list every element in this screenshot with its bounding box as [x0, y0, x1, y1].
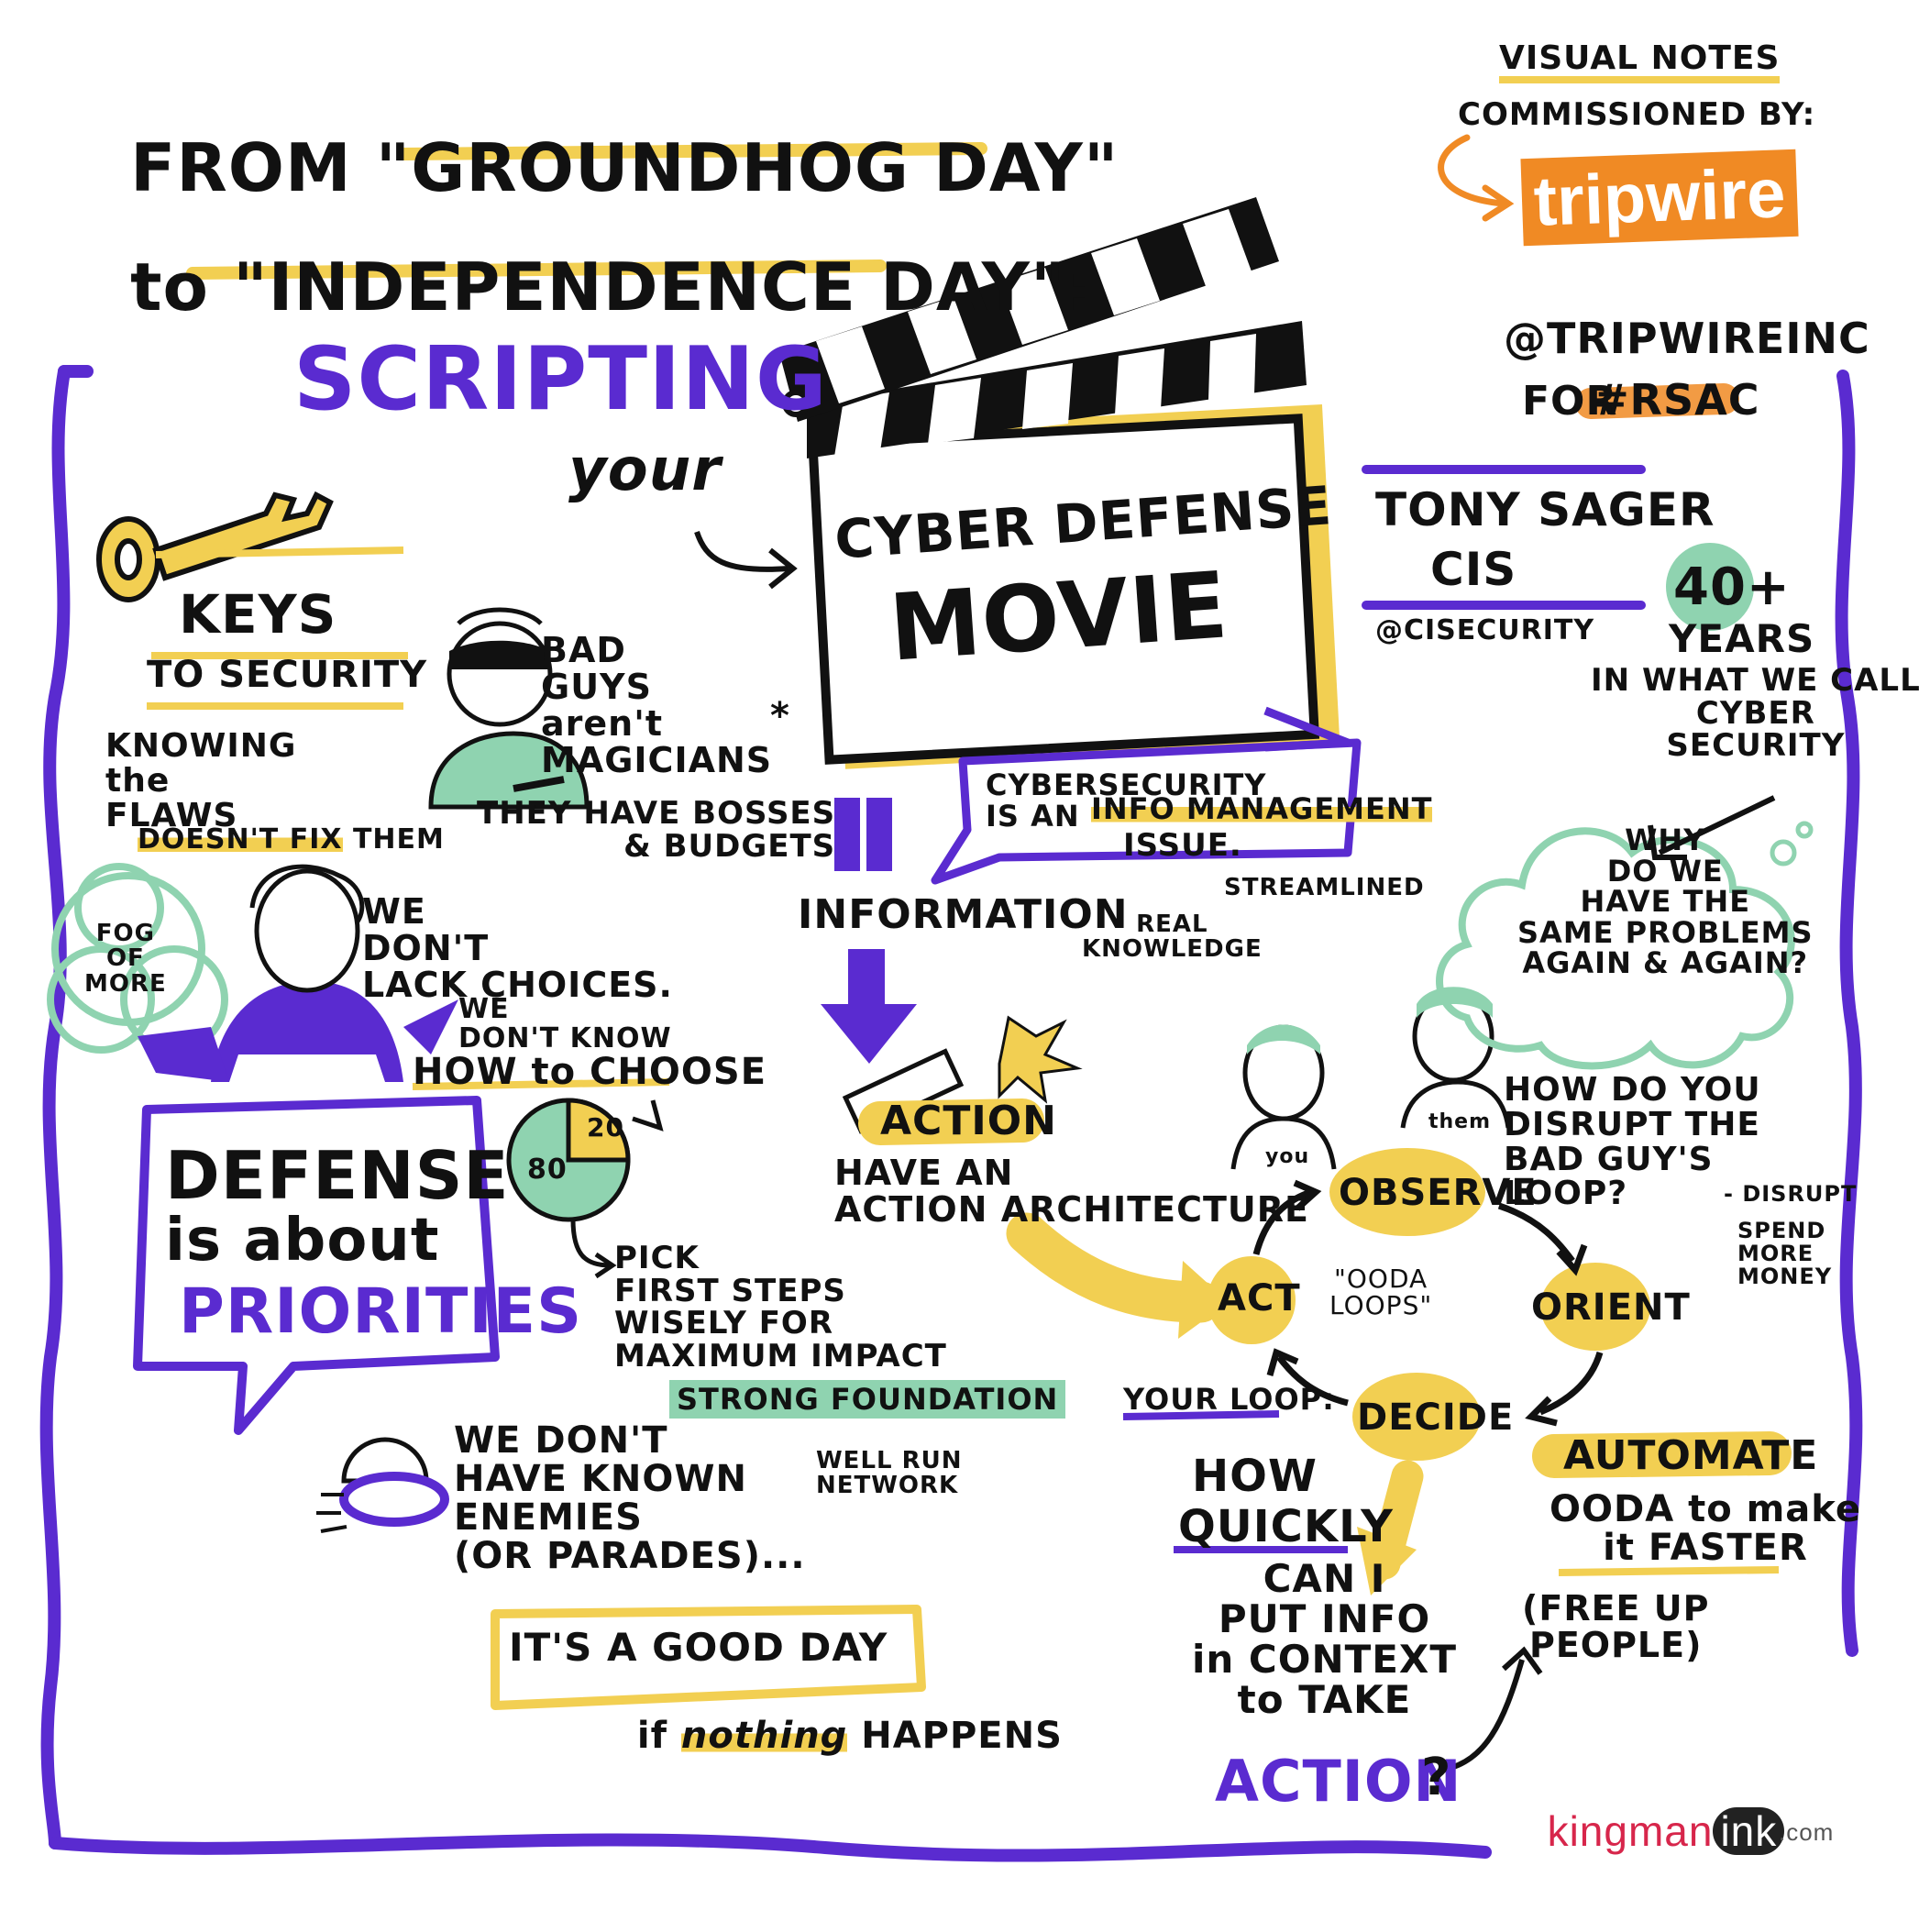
your-label: your	[568, 436, 722, 504]
strong-foundation: STRONG FOUNDATION	[669, 1380, 1066, 1419]
good-day: IT'S A GOOD DAY	[509, 1625, 888, 1670]
years-label: YEARS	[1669, 616, 1815, 661]
bad-guys-text: BAD GUYS aren't MAGICIANS	[541, 630, 773, 780]
streamlined: STREAMLINED	[1224, 874, 1425, 901]
disrupt-b: SPEND MORE MONEY	[1737, 1218, 1833, 1290]
pick-steps: PICK FIRST STEPS WISELY FOR MAXIMUM IMPA…	[614, 1240, 947, 1375]
bad-guys-asterisk: *	[770, 695, 790, 737]
info-management: INFO MANAGEMENT	[1091, 791, 1433, 826]
them-label-ooda: them	[1428, 1110, 1492, 1133]
defense-line-1: DEFENSE	[165, 1137, 510, 1214]
nothing-label: nothing	[680, 1715, 848, 1757]
speaker-org: CIS	[1430, 543, 1517, 596]
put-info-context: CAN I PUT INFO in CONTEXT to TAKE	[1192, 1556, 1457, 1723]
your-loop-label: YOUR LOOP:	[1123, 1382, 1335, 1417]
how-to-choose: HOW to CHOOSE	[413, 1051, 767, 1093]
tripwire-logo: tripwire	[1520, 149, 1799, 247]
clapper-line-2: MOVIE	[886, 551, 1232, 682]
how-label: HOW	[1192, 1451, 1318, 1502]
years-description: IN WHAT WE CALL CYBER SECURITY	[1591, 662, 1919, 765]
pie-80-label: 80	[527, 1154, 568, 1186]
title-to: to "	[130, 248, 269, 326]
title-line2-suffix: ":	[1030, 248, 1094, 326]
real-knowledge: REAL KNOWLEDGE	[1082, 911, 1263, 964]
quickly-label: QUICKLY	[1178, 1501, 1394, 1552]
speaker-name: TONY SAGER	[1375, 483, 1715, 536]
right-frame-line	[1835, 370, 1863, 1657]
automate-text: OODA to make it FASTER	[1550, 1488, 1861, 1569]
speaker-handle: @CISECURITY	[1375, 614, 1595, 646]
disrupt-question: HOW DO YOU DISRUPT THE BAD GUY'S LOOP?	[1504, 1071, 1761, 1213]
pie-arrow-icon	[632, 1099, 664, 1132]
ufo-icon	[316, 1437, 449, 1533]
knowing-flaws: KNOWING the FLAWS	[105, 727, 297, 834]
title-independence: INDEPENDENCE DAY	[268, 248, 1031, 326]
doesnt-fix: DOESN'T FIX THEM	[138, 823, 445, 856]
commissioned-by-label: COMMISSIONED BY:	[1458, 96, 1816, 133]
if-label: if	[636, 1715, 667, 1757]
visual-notes-label: VISUAL NOTES	[1499, 41, 1781, 83]
them-face-icon	[1400, 987, 1511, 1129]
loop-arrow-2	[1539, 1351, 1604, 1416]
happens-label: HAPPENS	[861, 1715, 1063, 1757]
big-yellow-arrow-icon	[1006, 1212, 1222, 1323]
strong-foundation-label: STRONG FOUNDATION	[669, 1380, 1066, 1419]
keys-subtitle: TO SECURITY	[147, 654, 428, 696]
you-label: you	[1265, 1145, 1310, 1168]
keys-title: KEYS	[179, 583, 337, 646]
tripwire-handle: @TRIPWIREINC	[1504, 314, 1870, 363]
forty-plus: 40+	[1673, 558, 1791, 617]
info-management-label: INFO MANAGEMENT	[1091, 791, 1433, 826]
scripting-title: SCRIPTING	[293, 329, 828, 430]
information-label: INFORMATION	[798, 891, 1129, 938]
nothing-happens: if nothing HAPPENS	[610, 1678, 1063, 1757]
well-run-network: WELL RUN NETWORK	[816, 1447, 963, 1500]
orient-label: ORIENT	[1531, 1286, 1691, 1329]
bottom-frame-line	[49, 1833, 1492, 1862]
dont-know: WE DON'T KNOW	[458, 993, 672, 1054]
disrupt-a: - DISRUPT	[1724, 1181, 1858, 1207]
kingman-ink-credit: kingman ink	[1522, 1765, 1785, 1856]
action-label: ACTION	[880, 1098, 1057, 1144]
defense-line-2: is about	[165, 1207, 440, 1275]
title-line-2: to "INDEPENDENCE DAY":	[83, 183, 1093, 322]
credit-kingman: kingman	[1547, 1807, 1714, 1856]
decide-label: DECIDE	[1357, 1397, 1515, 1439]
issue-label: ISSUE.	[1123, 827, 1242, 864]
automate-title: AUTOMATE	[1563, 1432, 1819, 1479]
them-label: THEM	[352, 823, 445, 856]
action-architecture: HAVE AN ACTION ARCHITECTURE	[834, 1153, 1309, 1230]
act-label: ACT	[1218, 1277, 1301, 1319]
known-enemies: WE DON'T HAVE KNOWN ENEMIES (OR PARADES)…	[454, 1419, 806, 1577]
credit-ink: ink	[1713, 1807, 1785, 1856]
defense-line-3: PRIORITIES	[179, 1275, 583, 1348]
keys-underline	[155, 546, 404, 558]
pie-20-label: 20	[587, 1112, 624, 1143]
left-frame-line	[39, 365, 71, 1849]
rsac-hashtag: #RSAC	[1594, 375, 1760, 425]
lack-choices: WE DON'T LACK CHOICES.	[362, 891, 673, 1005]
fog-of-more: FOG OF MORE	[84, 920, 167, 998]
title-line-1: FROM "GROUNDHOG DAY"	[83, 64, 1119, 203]
credit-com: .com	[1779, 1818, 1835, 1846]
ooda-loops-label: "OODA LOOPS"	[1329, 1264, 1433, 1321]
doesnt-fix-label: DOESN'T FIX	[138, 823, 343, 856]
free-up-people: (FREE UP PEOPLE)	[1522, 1588, 1710, 1665]
cloud-question: WHY DO WE HAVE THE SAME PROBLEMS AGAIN &…	[1517, 822, 1814, 981]
faster-underline	[1558, 1566, 1780, 1576]
bosses-budgets: THEY HAVE BOSSES & BUDGETS	[477, 795, 836, 865]
question-mark: ?	[1421, 1748, 1452, 1807]
